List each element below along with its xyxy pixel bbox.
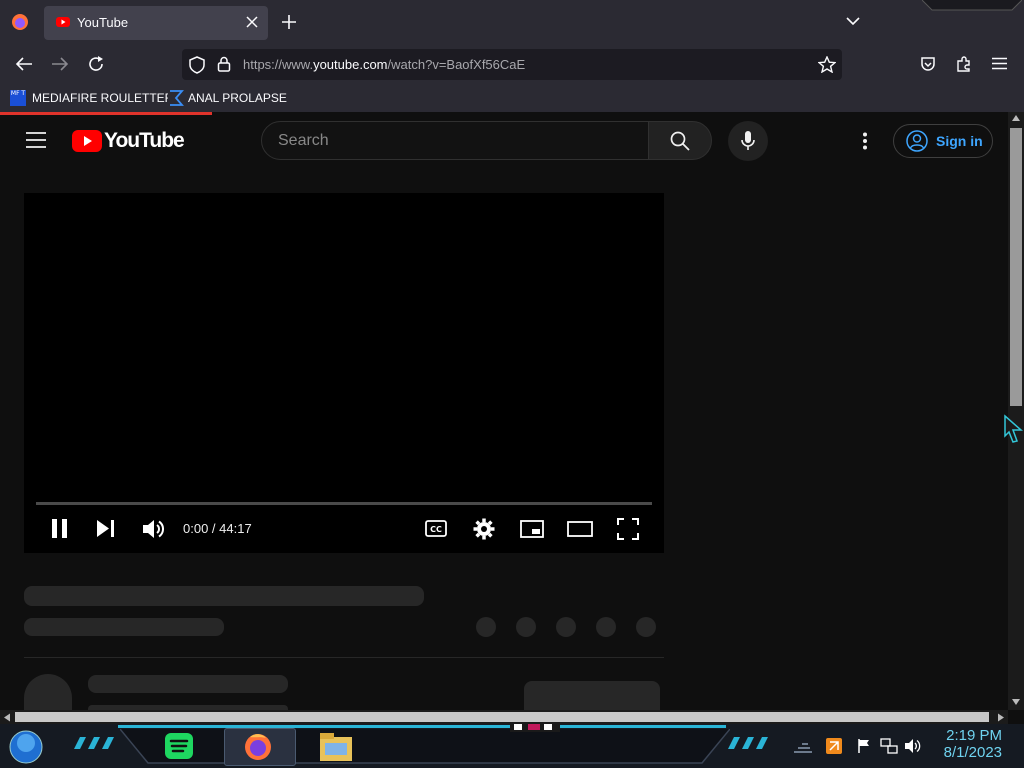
scroll-down-icon[interactable] xyxy=(1011,698,1021,706)
reload-icon[interactable] xyxy=(87,55,105,73)
miniplayer-icon[interactable] xyxy=(520,520,544,538)
spotify-taskbar-icon[interactable] xyxy=(164,732,194,760)
bookmark-star-icon[interactable] xyxy=(818,56,836,73)
meta-skeleton xyxy=(24,618,224,636)
scroll-left-icon[interactable] xyxy=(3,713,11,722)
theater-mode-icon[interactable] xyxy=(567,521,593,537)
extensions-icon[interactable] xyxy=(956,56,972,72)
youtube-favicon-icon xyxy=(56,15,70,29)
url-domain: youtube.com xyxy=(313,57,388,72)
clock-date: 8/1/2023 xyxy=(943,744,1002,761)
youtube-logo[interactable]: YouTube xyxy=(72,129,185,153)
mediafire-icon: MF T xyxy=(10,90,26,106)
shield-icon[interactable] xyxy=(189,56,205,74)
divider xyxy=(24,657,664,658)
youtube-logo-text: YouTube xyxy=(104,129,185,152)
progress-bar[interactable] xyxy=(36,502,652,505)
action-skeleton xyxy=(516,617,536,637)
app-menu-icon[interactable] xyxy=(992,57,1007,70)
svg-text:CC: CC xyxy=(430,525,442,534)
page-loading-bar xyxy=(0,112,212,115)
account-icon xyxy=(906,130,928,152)
subtitles-icon[interactable]: CC xyxy=(425,520,447,537)
fullscreen-icon[interactable] xyxy=(617,518,639,540)
search-placeholder: Search xyxy=(278,132,329,149)
lock-icon[interactable] xyxy=(217,56,231,72)
taskbar-chevron-decoration xyxy=(728,737,770,749)
video-player[interactable] xyxy=(24,193,664,553)
tab-title: YouTube xyxy=(77,15,129,30)
volume-icon[interactable] xyxy=(142,519,164,539)
firefox-taskbar-icon xyxy=(242,731,274,763)
time-separator: / xyxy=(208,521,220,536)
action-skeleton xyxy=(476,617,496,637)
voice-search-button[interactable] xyxy=(728,121,768,161)
bookmark-label: ANAL PROLAPSE xyxy=(188,91,287,105)
show-hidden-icons-icon[interactable] xyxy=(792,740,814,754)
settings-more-icon[interactable] xyxy=(862,132,868,150)
taskbar-frame-decoration xyxy=(120,729,730,765)
firefox-menu-icon[interactable] xyxy=(10,12,30,32)
action-center-flag-icon[interactable] xyxy=(856,738,872,754)
forward-icon[interactable] xyxy=(51,56,69,72)
close-tab-icon[interactable] xyxy=(246,16,258,28)
bookmark-mediafire[interactable]: MF T MEDIAFIRE ROULETTER xyxy=(10,90,173,106)
vertical-scroll-thumb[interactable] xyxy=(1010,128,1022,406)
bookmark-second[interactable]: ANAL PROLAPSE xyxy=(168,90,287,106)
current-time: 0:00 xyxy=(183,521,209,536)
channel-skeleton xyxy=(88,675,288,693)
window-frame-decoration xyxy=(922,0,1022,12)
sign-in-button[interactable]: Sign in xyxy=(893,124,993,158)
search-icon xyxy=(670,131,690,151)
taskbar-chevron-decoration xyxy=(74,737,116,749)
start-orb-icon[interactable] xyxy=(8,729,44,765)
pause-icon[interactable] xyxy=(51,519,68,538)
horizontal-scroll-thumb[interactable] xyxy=(15,712,989,722)
volume-tray-icon[interactable] xyxy=(904,738,922,754)
url-prefix: https://www. xyxy=(243,57,314,72)
taskbar-accent xyxy=(118,725,726,728)
next-icon[interactable] xyxy=(96,519,115,538)
youtube-logo-icon xyxy=(72,130,102,152)
bookmark-label: MEDIAFIRE ROULETTER xyxy=(32,91,174,105)
mouse-cursor-icon xyxy=(1003,414,1023,444)
guide-menu-icon[interactable] xyxy=(26,132,46,148)
duration: 44:17 xyxy=(219,521,252,536)
action-skeleton xyxy=(596,617,616,637)
time-display: 0:00 / 44:17 xyxy=(183,521,252,536)
microphone-icon xyxy=(741,131,755,151)
scroll-up-icon[interactable] xyxy=(1011,114,1021,122)
tray-app-icon[interactable] xyxy=(826,738,842,754)
settings-gear-icon[interactable] xyxy=(473,518,495,540)
file-explorer-taskbar-icon[interactable] xyxy=(319,731,353,763)
clock[interactable]: 2:19 PM 8/1/2023 xyxy=(930,727,1002,761)
clock-time: 2:19 PM xyxy=(946,727,1002,744)
url-text[interactable]: https://www.youtube.com/watch?v=BaofXf56… xyxy=(243,57,525,72)
search-input[interactable]: Search xyxy=(261,121,649,160)
sign-in-label: Sign in xyxy=(936,133,983,149)
network-icon[interactable] xyxy=(880,738,898,754)
scroll-right-icon[interactable] xyxy=(997,713,1005,722)
action-skeleton xyxy=(556,617,576,637)
subscribe-skeleton xyxy=(524,681,660,710)
search-button[interactable] xyxy=(648,121,712,160)
action-skeleton xyxy=(636,617,656,637)
back-icon[interactable] xyxy=(15,56,33,72)
pocket-icon[interactable] xyxy=(920,56,936,72)
title-skeleton xyxy=(24,586,424,606)
list-all-tabs-icon[interactable] xyxy=(846,16,860,26)
sigma-icon xyxy=(168,90,184,106)
taskbar-center-decoration xyxy=(510,724,560,732)
new-tab-icon[interactable] xyxy=(282,15,296,29)
url-path: /watch?v=BaofXf56CaE xyxy=(387,57,526,72)
